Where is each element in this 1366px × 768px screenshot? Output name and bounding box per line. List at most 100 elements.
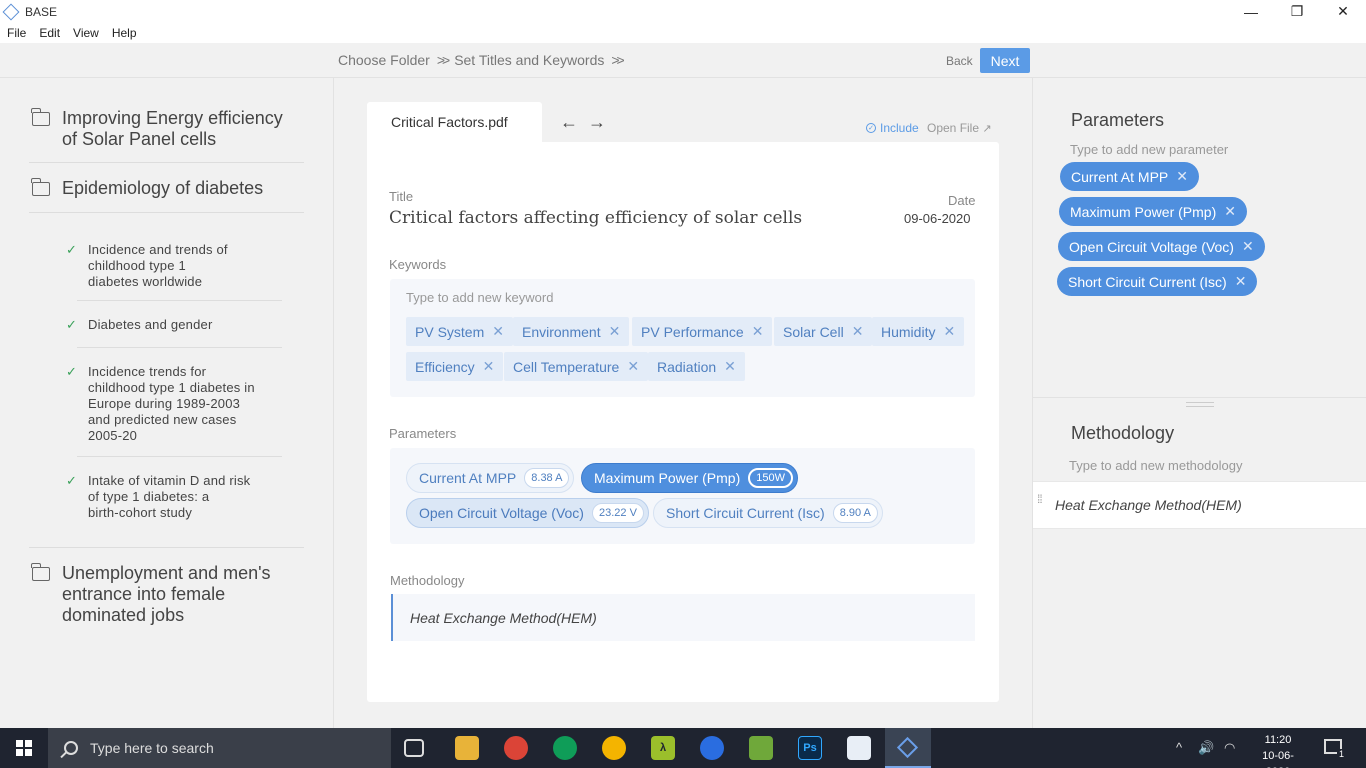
window-app-icon[interactable]: [847, 736, 871, 760]
taskbar-clock[interactable]: 11:20 10-06-2020: [1258, 732, 1298, 768]
remove-icon[interactable]: ✕: [724, 358, 736, 375]
windows-logo-icon: [16, 740, 32, 756]
check-icon: ✓: [66, 473, 77, 488]
next-button[interactable]: Next: [980, 48, 1030, 73]
keywords-label: Keywords: [389, 257, 447, 272]
remove-icon[interactable]: ✕: [752, 323, 764, 340]
remove-icon[interactable]: ✕: [483, 358, 495, 375]
keyword-chip[interactable]: Solar Cell ✕: [774, 317, 873, 346]
menu-file[interactable]: File: [1, 26, 32, 40]
document-item[interactable]: ✓ Incidence and trends of childhood type…: [66, 242, 286, 290]
keyword-chip[interactable]: Efficiency ✕: [406, 352, 504, 381]
minimize-button[interactable]: —: [1228, 0, 1274, 23]
parameter-value[interactable]: 8.90 A: [832, 503, 878, 523]
parameter-tag[interactable]: Open Circuit Voltage (Voc) ✕: [1058, 232, 1265, 261]
document-label: Incidence and trends of childhood type 1…: [88, 242, 228, 289]
breadcrumb-choose-folder[interactable]: Choose Folder: [338, 52, 430, 68]
previous-file-arrow-icon[interactable]: ←: [560, 112, 578, 133]
base-app-taskbar-button[interactable]: [885, 728, 931, 768]
folder-item-diabetes[interactable]: Epidemiology of diabetes: [31, 178, 304, 199]
keyword-chip[interactable]: Environment ✕: [513, 317, 630, 346]
check-icon: ✓: [66, 242, 77, 257]
parameter-chip[interactable]: Current At MPP 8.38 A: [406, 463, 575, 493]
check-circle-icon: ✓: [866, 123, 876, 133]
include-toggle[interactable]: ✓ Include: [866, 121, 919, 135]
menu-bar: File Edit View Help: [0, 23, 1366, 43]
tray-chevron-icon[interactable]: ^: [1176, 740, 1182, 755]
menu-edit[interactable]: Edit: [33, 26, 66, 40]
remove-icon[interactable]: ✕: [492, 323, 504, 340]
breadcrumb-set-titles[interactable]: Set Titles and Keywords: [454, 52, 604, 68]
breadcrumb-separator-icon: >>: [436, 52, 450, 68]
folder-label: Improving Energy efficiency of Solar Pan…: [62, 108, 283, 149]
parameter-chip[interactable]: Open Circuit Voltage (Voc) 23.22 V: [406, 498, 649, 528]
base-logo-icon: [896, 736, 919, 759]
divider: [29, 162, 304, 163]
next-file-arrow-icon[interactable]: →: [588, 112, 606, 133]
folder-item-unemployment[interactable]: Unemployment and men's entrance into fem…: [31, 563, 304, 626]
keyword-chip[interactable]: PV System ✕: [406, 317, 513, 346]
parameter-chip[interactable]: Short Circuit Current (Isc) 8.90 A: [653, 498, 883, 528]
close-button[interactable]: ✕: [1320, 0, 1366, 23]
parameter-value[interactable]: 23.22 V: [591, 503, 644, 523]
lambda-app-icon[interactable]: λ: [651, 736, 675, 760]
keyword-chip[interactable]: Cell Temperature ✕: [504, 352, 649, 381]
remove-icon[interactable]: ✕: [627, 358, 639, 375]
keyword-chip[interactable]: PV Performance ✕: [632, 317, 773, 346]
resize-grip-icon[interactable]: [1186, 402, 1214, 407]
folder-item-solar[interactable]: Improving Energy efficiency of Solar Pan…: [31, 108, 304, 150]
parameter-value[interactable]: 150W: [748, 468, 793, 488]
parameter-tag[interactable]: Maximum Power (Pmp) ✕: [1059, 197, 1247, 226]
methodology-input[interactable]: Type to add new methodology: [1069, 458, 1242, 473]
methodology-title: Methodology: [1071, 423, 1175, 443]
open-file-link[interactable]: Open File ↗: [927, 121, 992, 135]
remove-icon[interactable]: ✕: [1176, 168, 1188, 185]
document-title[interactable]: Critical factors affecting efficiency of…: [389, 208, 802, 228]
check-icon: ✓: [66, 317, 77, 332]
remove-icon[interactable]: ✕: [943, 323, 955, 340]
parameter-tag[interactable]: Current At MPP ✕: [1060, 162, 1199, 191]
photoshop-icon[interactable]: Ps: [798, 736, 822, 760]
document-item[interactable]: ✓ Intake of vitamin D and risk of type 1…: [66, 473, 286, 521]
divider: [77, 300, 282, 301]
keyword-chip[interactable]: Humidity ✕: [872, 317, 965, 346]
folder-label: Epidemiology of diabetes: [62, 178, 264, 198]
remove-icon[interactable]: ✕: [1242, 238, 1254, 255]
remove-icon[interactable]: ✕: [1224, 203, 1236, 220]
remove-icon[interactable]: ✕: [852, 323, 864, 340]
drag-handle-icon[interactable]: ⁞⁞: [1037, 493, 1043, 505]
start-button[interactable]: [0, 728, 48, 768]
chrome-icon[interactable]: [504, 736, 528, 760]
parameters-label: Parameters: [389, 426, 457, 441]
document-label: Intake of vitamin D and risk of type 1 d…: [88, 473, 251, 520]
file-explorer-icon[interactable]: [455, 736, 479, 760]
parameter-input[interactable]: Type to add new parameter: [1070, 142, 1228, 157]
methodology-item-label: Heat Exchange Method(HEM): [1055, 497, 1242, 513]
chrome-icon[interactable]: [553, 736, 577, 760]
chart-app-icon[interactable]: [749, 736, 773, 760]
document-item[interactable]: ✓ Incidence trends for childhood type 1 …: [66, 364, 286, 444]
menu-view[interactable]: View: [67, 26, 105, 40]
keyword-chip[interactable]: Radiation ✕: [648, 352, 745, 381]
remove-icon[interactable]: ✕: [1235, 273, 1247, 290]
parameter-value[interactable]: 8.38 A: [524, 468, 570, 488]
parameter-chip-active[interactable]: Maximum Power (Pmp) 150W: [581, 463, 798, 493]
file-tab[interactable]: Critical Factors.pdf: [367, 102, 542, 142]
document-label: Incidence trends for childhood type 1 di…: [88, 364, 255, 443]
task-view-icon[interactable]: [404, 739, 424, 757]
volume-icon[interactable]: 🔊: [1198, 740, 1214, 756]
back-button[interactable]: Back: [946, 54, 973, 68]
remove-icon[interactable]: ✕: [609, 323, 621, 340]
restore-button[interactable]: ❐: [1274, 0, 1320, 23]
keyword-input[interactable]: Type to add new keyword: [406, 290, 553, 305]
methodology-text: Heat Exchange Method(HEM): [410, 610, 597, 626]
wifi-icon[interactable]: ◠: [1224, 740, 1235, 756]
firefox-icon[interactable]: [700, 736, 724, 760]
document-item[interactable]: ✓ Diabetes and gender: [66, 317, 286, 333]
document-date[interactable]: 09-06-2020: [904, 211, 971, 226]
taskbar-search[interactable]: Type here to search: [48, 728, 391, 768]
chrome-icon[interactable]: [602, 736, 626, 760]
parameter-tag[interactable]: Short Circuit Current (Isc) ✕: [1057, 267, 1258, 296]
taskbar: Type here to search λ Ps ^ 🔊 ◠ 11:20 10-…: [0, 728, 1366, 768]
menu-help[interactable]: Help: [106, 26, 143, 40]
